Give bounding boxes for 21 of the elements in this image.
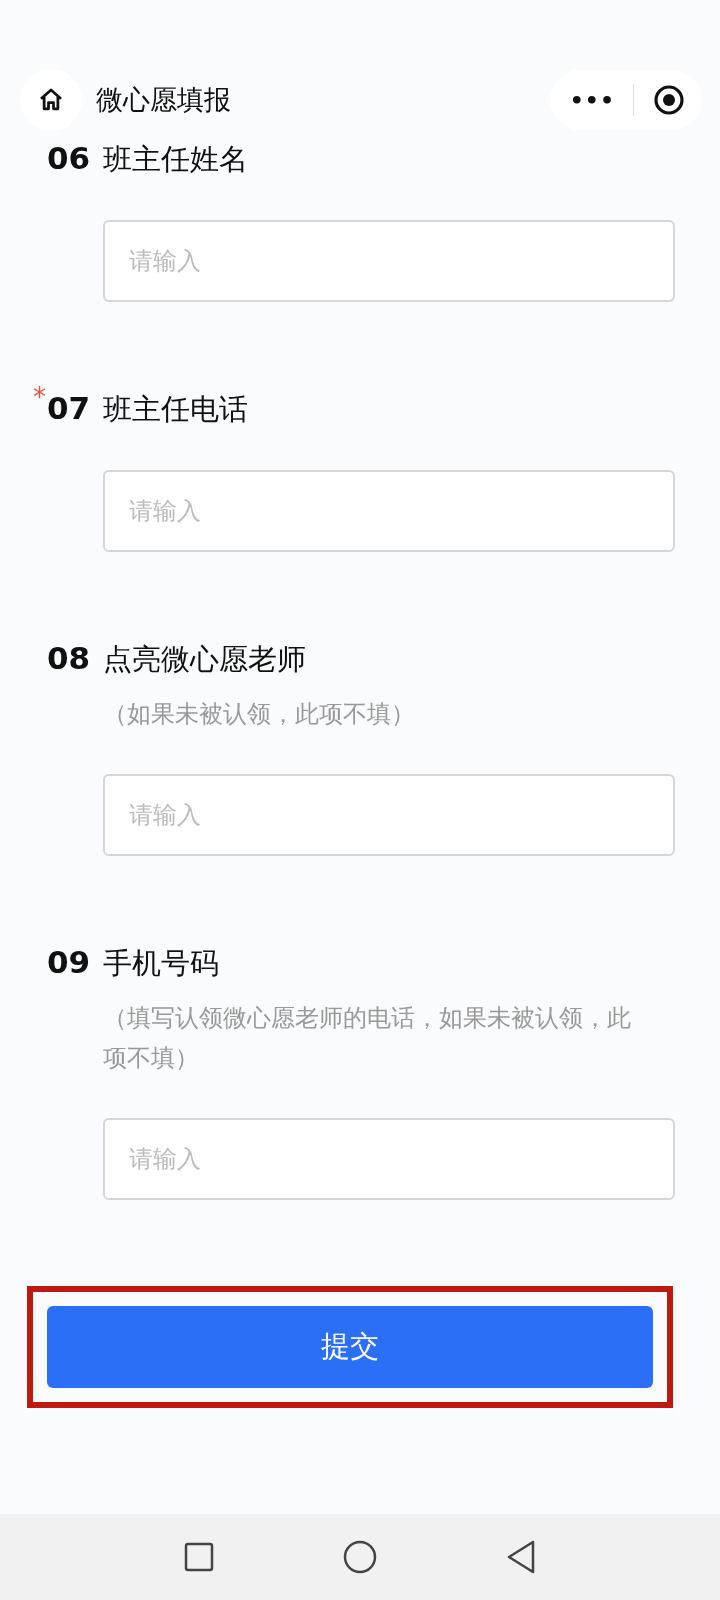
question-title: 班主任电话 bbox=[103, 391, 248, 428]
question-title: 班主任姓名 bbox=[103, 141, 248, 178]
input-field[interactable]: 请输入 bbox=[103, 470, 675, 552]
question-note: （填写认领微心愿老师的电话，如果未被认领，此项不填） bbox=[103, 1003, 632, 1074]
more-button[interactable]: ••• bbox=[569, 87, 615, 113]
page-title: 微心愿填报 bbox=[96, 83, 232, 117]
close-target-icon[interactable] bbox=[652, 83, 686, 117]
input-field[interactable]: 请输入 bbox=[103, 1118, 675, 1200]
question-number: 07 bbox=[47, 390, 92, 426]
input-field[interactable]: 请输入 bbox=[103, 774, 675, 856]
question-title: 手机号码 bbox=[103, 945, 219, 982]
question-number: 06 bbox=[47, 140, 92, 176]
question-number: 08 bbox=[47, 640, 92, 676]
question-title: 点亮微心愿老师 bbox=[103, 641, 306, 678]
home-circle-icon[interactable] bbox=[342, 1539, 378, 1575]
input-field[interactable]: 请输入 bbox=[103, 220, 675, 302]
submit-button[interactable]: 提交 bbox=[47, 1306, 653, 1388]
question-note: （如果未被认领，此项不填） bbox=[103, 699, 416, 730]
required-mark: * bbox=[33, 382, 46, 412]
recents-icon[interactable] bbox=[183, 1541, 216, 1573]
question-number: 09 bbox=[47, 944, 92, 980]
